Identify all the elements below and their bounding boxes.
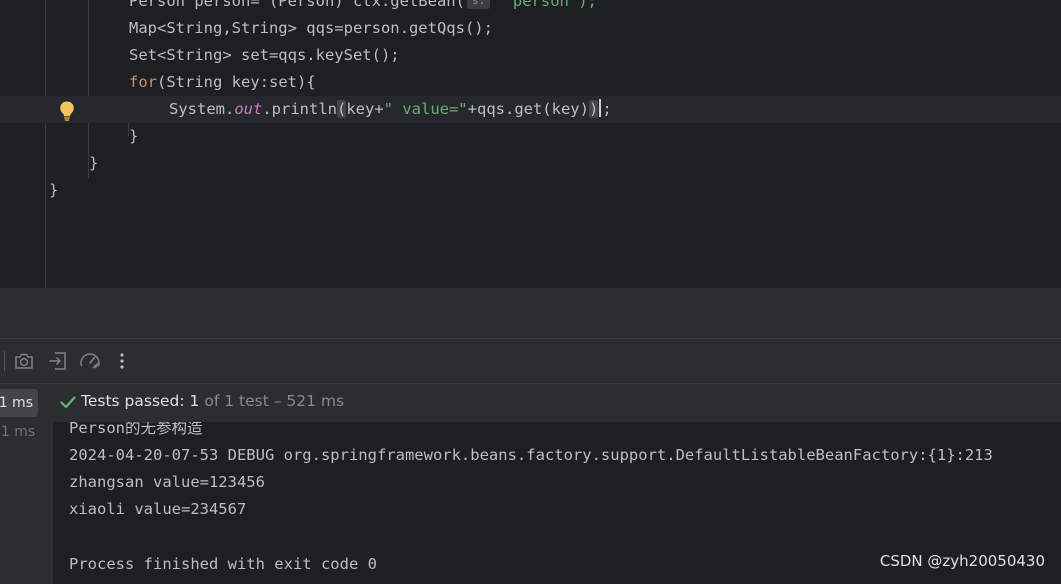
code-text: } [129,127,139,145]
code-text: System. [169,100,235,118]
passed-count: 1 [189,392,200,410]
string-literal: "person"); [494,0,597,10]
code-line-close-method[interactable]: } [0,150,1061,177]
test-duration: 21 ms [0,424,36,440]
console-line: Person的无参构造 [69,422,203,437]
code-line-map[interactable]: Map<String,String> qqs=person.getQqs(); [0,15,1061,42]
code-line-close-class[interactable]: } [0,177,1061,204]
status-detail: of 1 test – 521 ms [199,392,345,410]
code-text: Set<String> set=qqs.keySet(); [129,46,400,64]
console-line: xiaoli value=234567 [69,500,247,518]
code-text: } [89,154,99,172]
test-tree: 21 ms 21 ms [0,384,54,584]
code-text: Person person= (Person) ctx.getBean( [129,0,465,10]
console-line: Process finished with exit code 0 [69,555,377,573]
code-line-set[interactable]: Set<String> set=qqs.keySet(); [0,42,1061,69]
test-status-bar: Tests passed: 1 of 1 test – 521 ms [53,384,1061,422]
code-line-println[interactable]: System.out.println(key+" value="+qqs.get… [0,96,1061,123]
status-label: Tests passed: [81,392,190,410]
string-literal: " value=" [383,100,468,118]
more-vertical-icon[interactable] [110,349,134,373]
import-icon[interactable] [46,349,70,373]
code-text: (String key:set){ [157,73,316,91]
panel-divider [0,288,1061,339]
parameter-hint: s: [466,0,491,9]
code-text: Map<String,String> qqs=person.getQqs(); [129,19,493,37]
test-duration: 21 ms [0,395,33,411]
code-editor[interactable]: Person person= (Person) ctx.getBean(s: "… [0,0,1061,288]
code-line-for[interactable]: for(String key:set){ [0,69,1061,96]
gauge-icon[interactable] [78,349,102,373]
paren-highlight: ( [336,100,347,118]
static-field: out [234,100,263,118]
watermark: CSDN @zyh20050430 [879,552,1045,570]
code-text: } [49,181,59,199]
code-text: .println [262,100,337,118]
lightbulb-icon[interactable] [58,100,76,122]
check-icon [60,396,76,409]
run-toolbar [0,339,1061,384]
test-tree-item[interactable]: 21 ms [0,424,35,440]
code-line-close-for[interactable]: } [0,123,1061,150]
test-tree-item-selected[interactable]: 21 ms [0,389,38,417]
console-line: zhangsan value=123456 [69,473,265,491]
keyword-for: for [129,73,157,91]
code-text: key+ [346,100,384,118]
code-line-getbean[interactable]: Person person= (Person) ctx.getBean(s: "… [0,0,1061,15]
code-text: +qqs.get(key) [467,100,589,118]
code-text: ; [602,100,612,118]
toolbar-separator [4,351,5,371]
console-line: 2024-04-20-07-53 DEBUG org.springframewo… [69,446,993,464]
camera-icon[interactable] [12,349,36,373]
paren-highlight: ) [588,100,599,118]
